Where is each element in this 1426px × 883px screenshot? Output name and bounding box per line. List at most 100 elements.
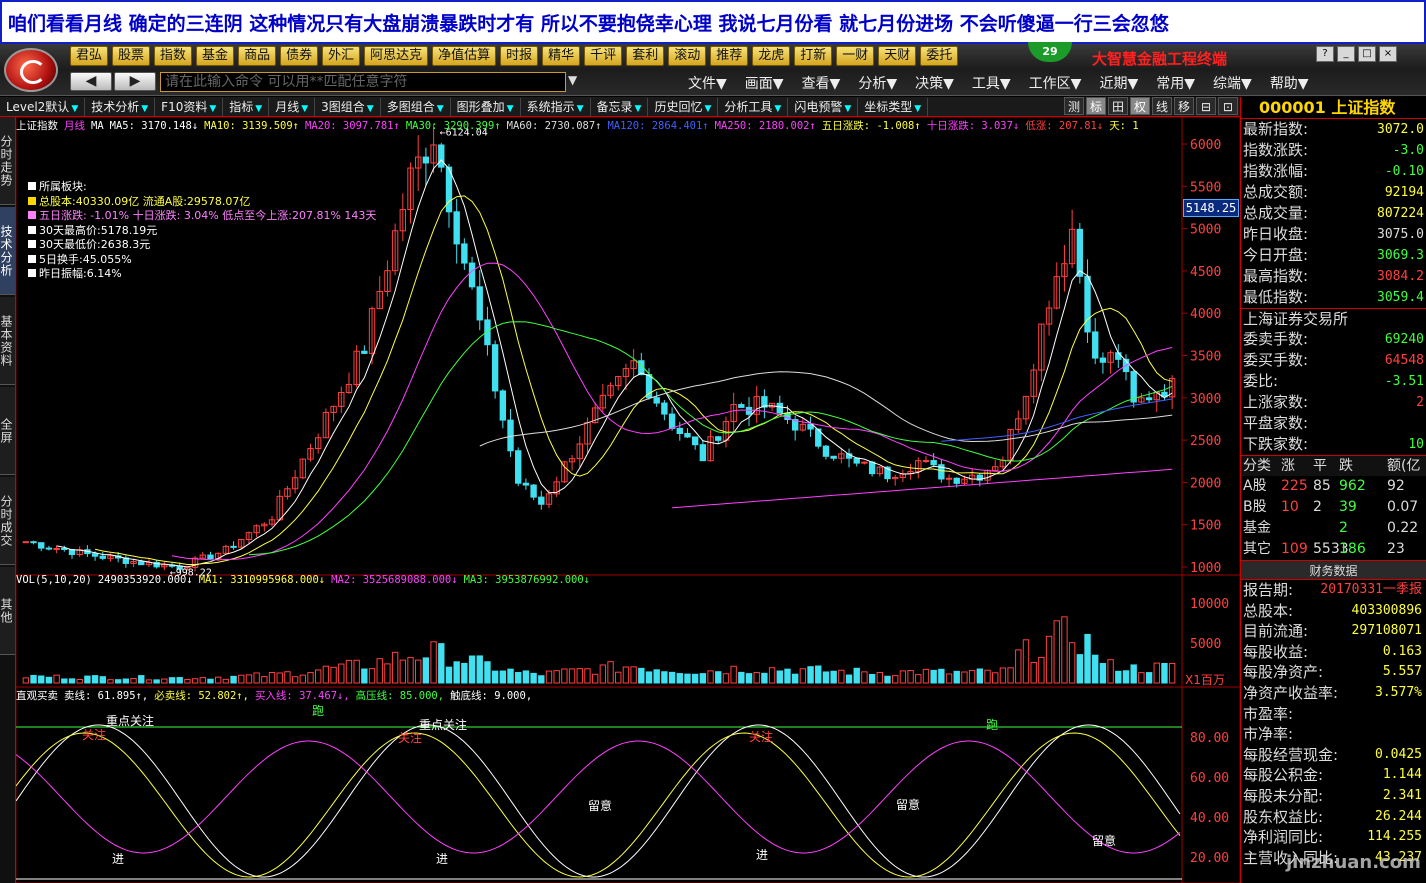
main-menu-item[interactable]: 工具▼ — [972, 73, 1011, 93]
row-label: 平盘家数: — [1243, 414, 1309, 432]
top-menu-item[interactable]: 一财 — [836, 46, 875, 66]
toolbar-item[interactable]: 指标 ▼ — [223, 97, 270, 116]
left-tab[interactable]: 技术分析 — [0, 207, 15, 295]
toolbar-tool-button[interactable]: 田 — [1108, 97, 1128, 115]
top-menu-item[interactable]: 外汇 — [322, 46, 361, 66]
toolbar-item[interactable]: Level2默认 ▼ — [0, 97, 86, 116]
volume-bar — [315, 669, 322, 684]
top-menu-item[interactable]: 千评 — [584, 46, 623, 66]
top-menu-item[interactable]: 债券 — [280, 46, 319, 66]
candle-body — [1092, 331, 1099, 359]
volume-bar — [245, 674, 253, 684]
volume-bar — [684, 673, 691, 684]
left-tab[interactable]: 基本资料 — [0, 297, 15, 385]
top-menu-item[interactable]: 股票 — [112, 46, 151, 66]
volume-bar — [391, 651, 399, 684]
toolbar-item[interactable]: 多图组合 ▼ — [381, 97, 451, 116]
toolbar-tool-button[interactable]: 移 — [1174, 97, 1194, 115]
top-menu-item[interactable]: 套利 — [626, 46, 665, 66]
main-menu-item[interactable]: 查看▼ — [802, 73, 841, 93]
toolbar-item[interactable]: 坐标类型 ▼ — [858, 97, 929, 116]
top-menu-item[interactable]: 龙虎 — [752, 46, 791, 66]
toolbar-item[interactable]: 闪电预警 ▼ — [788, 97, 859, 116]
main-menu-item[interactable]: 决策▼ — [915, 73, 954, 93]
top-menu-item[interactable]: 净值估算 — [432, 46, 497, 66]
main-menu-item[interactable]: 分析▼ — [858, 73, 897, 93]
main-menu-item[interactable]: 画面▼ — [745, 73, 784, 93]
panel-row: 每股未分配: 2.341 — [1241, 786, 1426, 807]
top-menu-item[interactable]: 商品 — [238, 46, 277, 66]
maximize-button[interactable]: □ — [1358, 46, 1376, 62]
toolbar-item[interactable]: 技术分析 ▼ — [85, 97, 156, 116]
top-menu-item[interactable]: 打新 — [794, 46, 833, 66]
toolbar-item[interactable]: 系统指示 ▼ — [521, 97, 591, 116]
top-menu-item[interactable]: 君弘 — [70, 46, 109, 66]
grid-cell: B股 — [1243, 499, 1267, 515]
app-logo-icon[interactable] — [4, 48, 58, 92]
toolbar-tool-button[interactable]: ⊟ — [1196, 97, 1216, 115]
ma-legend: 上证指数 月线 MA MA5: 3170.148↓ MA10: 3139.509↑ MA2… — [16, 118, 1182, 132]
command-input[interactable]: 请在此输入命令 可以用**匹配任意字符 — [160, 72, 566, 92]
minimize-button[interactable]: _ — [1337, 46, 1355, 62]
toolbar-tool-button[interactable]: 测 — [1064, 97, 1084, 115]
row-value: 3075.0 — [1377, 227, 1424, 242]
toolbar-item[interactable]: 历史回忆 ▼ — [648, 97, 719, 116]
grid-cell: 基金 — [1243, 520, 1271, 536]
main-menu-item[interactable]: 综端▼ — [1213, 73, 1252, 93]
toolbar-item[interactable]: 3图组合 ▼ — [315, 97, 381, 116]
top-menu-item[interactable]: 基金 — [196, 46, 235, 66]
top-menu-item[interactable]: 时报 — [500, 46, 539, 66]
left-tab[interactable]: 分时走势 — [0, 117, 15, 205]
financial-data-tab[interactable]: 财务数据 — [1241, 560, 1426, 580]
top-menu-item[interactable]: 委托 — [920, 46, 959, 66]
volume-bar — [630, 666, 637, 684]
back-button[interactable]: ◀ — [70, 72, 112, 91]
toolbar-tool-button[interactable]: 标 — [1086, 97, 1106, 115]
top-menu-item[interactable]: 精华 — [542, 46, 581, 66]
left-tab[interactable]: 分时成交 — [0, 477, 15, 565]
volume-bar — [930, 669, 937, 684]
top-menu-item[interactable]: 天财 — [878, 46, 917, 66]
toolbar-item[interactable]: 分析工具 ▼ — [718, 97, 789, 116]
row-label: 今日开盘: — [1243, 246, 1309, 264]
toolbar-item[interactable]: F10资料 ▼ — [155, 97, 224, 116]
volume-bar — [207, 678, 214, 684]
grid-cell: 2 — [1313, 499, 1322, 515]
main-menu-item[interactable]: 帮助▼ — [1270, 73, 1309, 93]
signal-label: 进 — [756, 848, 768, 862]
left-tab[interactable]: 其他 — [0, 567, 15, 655]
close-button[interactable]: × — [1379, 46, 1397, 62]
row-label: 总成交量: — [1243, 204, 1309, 222]
legend-item: MA120: 2864.401↑ — [607, 120, 709, 132]
dropdown-icon: ▼ — [774, 103, 782, 114]
signal-label: 进 — [436, 852, 448, 866]
main-menu-item[interactable]: 工作区▼ — [1029, 73, 1082, 93]
top-menu-item[interactable]: 阿思达克 — [364, 46, 429, 66]
volume-bar — [622, 666, 630, 684]
command-dropdown-icon[interactable]: ▼ — [568, 73, 577, 87]
top-menu-item[interactable]: 滚动 — [668, 46, 707, 66]
candle-body — [476, 286, 483, 321]
toolbar-tool-button[interactable]: 线 — [1152, 97, 1172, 115]
forward-button[interactable]: ▶ — [114, 72, 156, 91]
main-menu-item[interactable]: 常用▼ — [1156, 73, 1195, 93]
volume-bar — [538, 675, 545, 684]
toolbar-tool-button[interactable]: ⊡ — [1218, 97, 1238, 115]
left-tab[interactable]: 全屏 — [0, 387, 15, 475]
grid-row: A股 225 85 962 92 — [1241, 476, 1426, 497]
toolbar-item[interactable]: 图形叠加 ▼ — [451, 97, 521, 116]
volume-bar — [361, 668, 368, 684]
info-text: 五日涨跌: -1.01% 十日涨跌: 3.04% 低点至今上涨:207.81% … — [39, 209, 377, 222]
bullet-icon — [28, 269, 36, 277]
toolbar-item[interactable]: 月线 ▼ — [269, 97, 316, 116]
legend-item: MA60: 2730.087↑ — [506, 120, 602, 132]
help-button[interactable]: ? — [1316, 46, 1334, 62]
top-menu-item[interactable]: 指数 — [154, 46, 193, 66]
main-menu-item[interactable]: 文件▼ — [688, 73, 727, 93]
toolbar-tool-button[interactable]: 权 — [1130, 97, 1150, 115]
top-menu-item[interactable]: 推荐 — [710, 46, 749, 66]
candle-body — [1115, 352, 1122, 360]
volume-bar — [599, 664, 607, 684]
toolbar-item[interactable]: 备忘录 ▼ — [591, 97, 649, 116]
main-menu-item[interactable]: 近期▼ — [1099, 73, 1138, 93]
